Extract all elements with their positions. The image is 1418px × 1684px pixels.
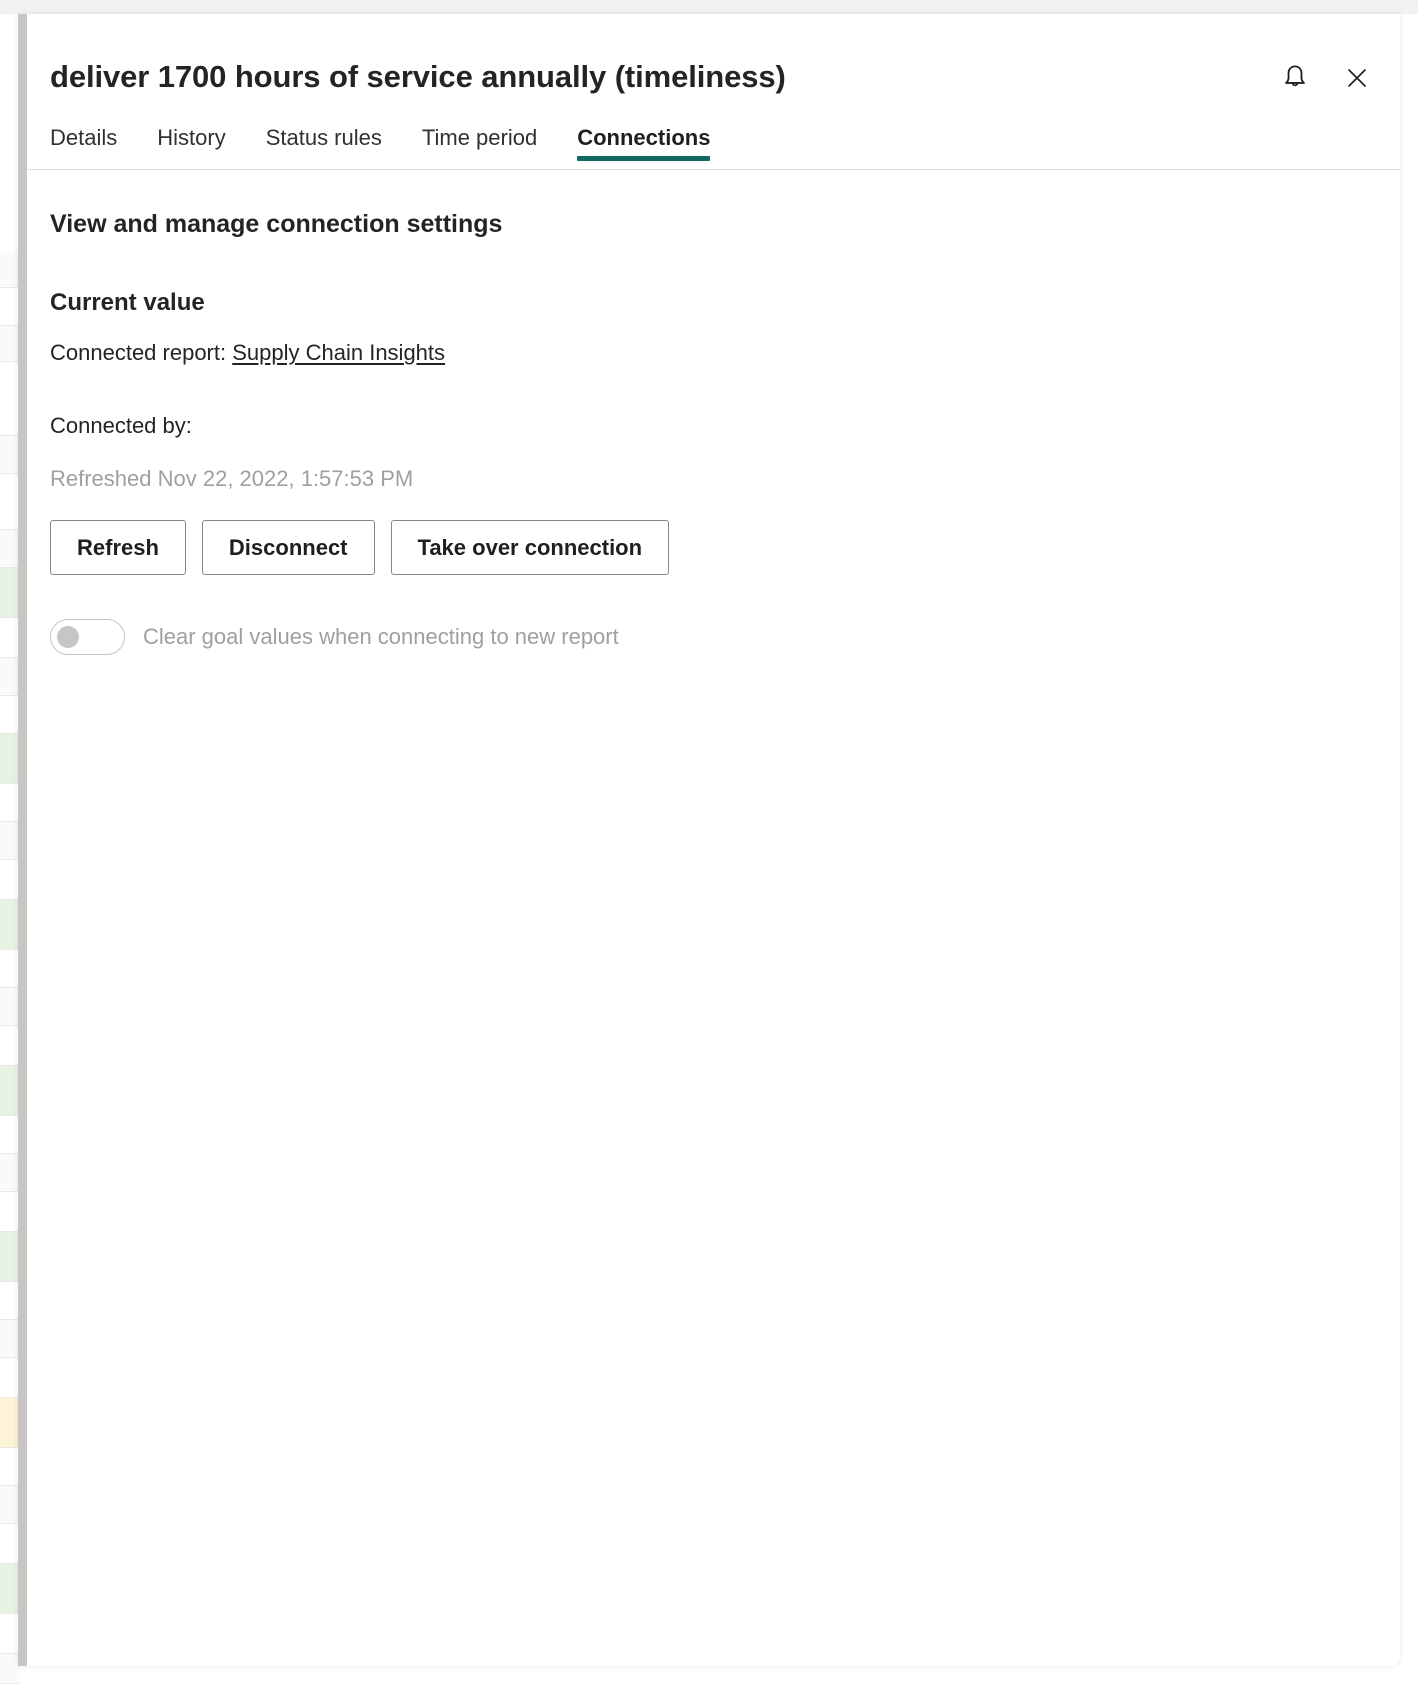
clear-goal-values-label: Clear goal values when connecting to new… <box>143 624 619 650</box>
clear-goal-values-row: Clear goal values when connecting to new… <box>50 619 1400 656</box>
backdrop-row <box>0 1192 20 1232</box>
connections-tab-panel: View and manage connection settings Curr… <box>27 170 1400 656</box>
backdrop-row <box>0 568 20 618</box>
disconnect-button[interactable]: Disconnect <box>201 520 375 576</box>
backdrop-row <box>0 1448 20 1486</box>
backdrop-row <box>0 530 20 568</box>
backdrop-row <box>0 436 20 474</box>
close-icon <box>1345 66 1369 93</box>
connected-report-label: Connected report: <box>50 340 227 366</box>
backdrop-row <box>0 1358 20 1398</box>
connected-by-label: Connected by: <box>50 412 192 438</box>
backdrop-row <box>0 1614 20 1654</box>
panel-header: deliver 1700 hours of service annually (… <box>27 14 1400 171</box>
backdrop-row <box>0 900 20 950</box>
backdrop-row <box>0 734 20 784</box>
backdrop-row <box>0 950 20 988</box>
backdrop-row <box>0 1232 20 1282</box>
toggle-knob <box>57 626 79 649</box>
clear-goal-values-toggle[interactable] <box>50 619 125 656</box>
page-title: deliver 1700 hours of service annually (… <box>50 59 786 94</box>
connected-report-link[interactable]: Supply Chain Insights <box>232 340 445 365</box>
connection-action-buttons: Refresh Disconnect Take over connection <box>50 520 1400 576</box>
backdrop-row <box>0 822 20 860</box>
section-heading: View and manage connection settings <box>50 210 503 239</box>
backdrop-row <box>0 362 20 436</box>
backdrop-row <box>0 252 20 288</box>
tab-history[interactable]: History <box>137 125 245 169</box>
backdrop-row <box>0 658 20 696</box>
backdrop-row <box>0 618 20 658</box>
backdrop-row <box>0 1116 20 1154</box>
backdrop-row <box>0 1026 20 1066</box>
backdrop-row <box>0 288 20 326</box>
backdrop-row <box>0 1320 20 1358</box>
backdrop-row <box>0 1066 20 1116</box>
backdrop-row <box>0 1486 20 1524</box>
goal-details-panel: deliver 1700 hours of service annually (… <box>18 14 1400 1666</box>
backdrop-row <box>0 1564 20 1614</box>
top-chrome-band <box>0 0 1418 14</box>
refreshed-timestamp: Refreshed Nov 22, 2022, 1:57:53 PM <box>50 466 414 492</box>
backdrop-row <box>0 326 20 362</box>
backdrop-row <box>0 1282 20 1320</box>
connected-report-row: Connected report: Supply Chain Insights <box>50 339 1400 368</box>
header-actions <box>1274 58 1378 100</box>
backdrop-row <box>0 784 20 822</box>
backdrop-row <box>0 988 20 1026</box>
close-button[interactable] <box>1336 58 1378 100</box>
backdrop-row <box>0 1398 20 1448</box>
current-value-heading: Current value <box>50 289 205 317</box>
bell-icon <box>1282 64 1308 95</box>
backdrop-row <box>0 1524 20 1564</box>
tab-status-rules[interactable]: Status rules <box>246 125 402 169</box>
refresh-button[interactable]: Refresh <box>50 520 186 576</box>
notifications-button[interactable] <box>1274 58 1316 100</box>
take-over-connection-button[interactable]: Take over connection <box>390 520 670 576</box>
backdrop-row <box>0 860 20 900</box>
backdrop-row <box>0 474 20 530</box>
backdrop-row <box>0 696 20 734</box>
tab-details[interactable]: Details <box>50 125 137 169</box>
tab-strip: Details History Status rules Time period Con… <box>27 97 1400 169</box>
backdrop-row <box>0 1654 20 1684</box>
tab-connections[interactable]: Connections <box>557 125 730 169</box>
tab-time-period[interactable]: Time period <box>402 125 557 169</box>
backdrop-row <box>0 1154 20 1192</box>
